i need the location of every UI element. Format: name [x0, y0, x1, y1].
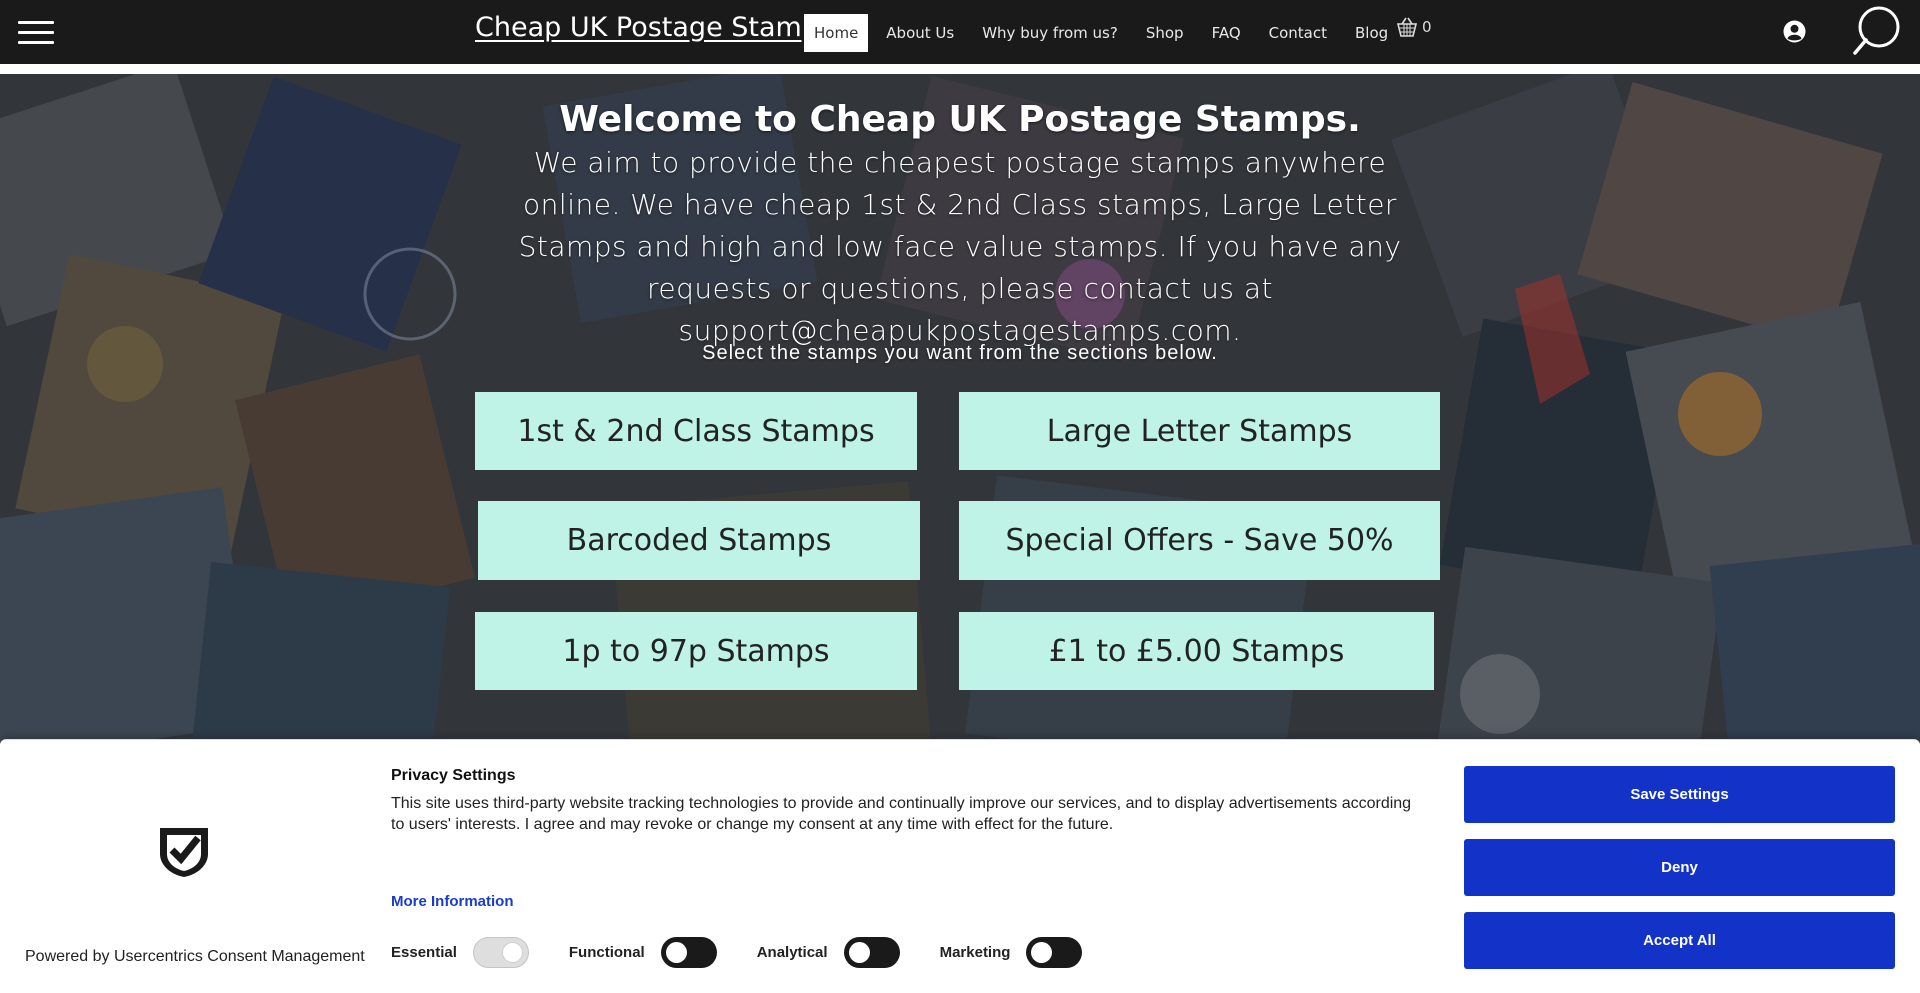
site-title[interactable]: Cheap UK Postage Stamps — [475, 12, 833, 43]
analytical-toggle[interactable] — [843, 937, 900, 968]
site-header: Cheap UK Postage Stamps Home About Us Wh… — [0, 0, 1920, 64]
hero-title: Welcome to Cheap UK Postage Stamps. — [559, 99, 1361, 140]
consent-toggles: Essential Functional Analytical Marketin… — [391, 937, 1122, 968]
toggle-label-marketing: Marketing — [939, 944, 1011, 961]
search-icon[interactable] — [1850, 5, 1902, 57]
essential-toggle — [472, 937, 529, 968]
toggle-label-analytical: Analytical — [756, 944, 828, 961]
powered-by-text: Powered by Usercentrics Consent Manageme… — [25, 948, 365, 965]
nav-contact[interactable]: Contact — [1259, 14, 1337, 52]
tile-special-offers[interactable]: Special Offers - Save 50% — [959, 501, 1440, 580]
hero-section: Welcome to Cheap UK Postage Stamps. We a… — [0, 74, 1920, 747]
tile-1-to-5-pounds[interactable]: £1 to £5.00 Stamps — [959, 612, 1434, 690]
hero-intro: Welcome to Cheap UK Postage Stamps. We a… — [460, 98, 1460, 352]
toggle-label-functional: Functional — [568, 944, 645, 961]
tile-1p-to-97p[interactable]: 1p to 97p Stamps — [475, 612, 917, 690]
select-instructions: Select the stamps you want from the sect… — [702, 342, 1218, 364]
main-nav: Home About Us Why buy from us? Shop FAQ … — [804, 14, 1406, 52]
more-information-link[interactable]: More Information — [391, 893, 514, 910]
header-divider — [0, 64, 1920, 74]
nav-faq[interactable]: FAQ — [1202, 14, 1251, 52]
shield-check-icon — [160, 828, 208, 877]
consent-title: Privacy Settings — [391, 767, 516, 784]
cart-button[interactable]: 0 — [1396, 16, 1432, 38]
hero-paragraph: We aim to provide the cheapest postage s… — [518, 146, 1402, 347]
nav-why-buy[interactable]: Why buy from us? — [972, 14, 1128, 52]
marketing-toggle[interactable] — [1026, 937, 1083, 968]
save-settings-button[interactable]: Save Settings — [1464, 766, 1895, 823]
nav-about-us[interactable]: About Us — [876, 14, 964, 52]
cart-icon — [1396, 17, 1418, 37]
accept-all-button[interactable]: Accept All — [1464, 912, 1895, 969]
tile-large-letter[interactable]: Large Letter Stamps — [959, 392, 1440, 470]
nav-home[interactable]: Home — [804, 14, 869, 52]
nav-shop[interactable]: Shop — [1136, 14, 1194, 52]
privacy-consent-banner: Powered by Usercentrics Consent Manageme… — [0, 739, 1920, 993]
deny-button[interactable]: Deny — [1464, 839, 1895, 896]
tile-1st-2nd-class[interactable]: 1st & 2nd Class Stamps — [475, 392, 917, 470]
consent-description: This site uses third-party website track… — [391, 795, 1412, 833]
nav-blog[interactable]: Blog — [1345, 14, 1398, 52]
menu-icon[interactable] — [18, 19, 54, 45]
tile-barcoded[interactable]: Barcoded Stamps — [478, 501, 920, 580]
functional-toggle[interactable] — [660, 937, 717, 968]
toggle-label-essential: Essential — [391, 944, 457, 961]
cart-count: 0 — [1422, 18, 1432, 36]
user-icon[interactable] — [1783, 20, 1806, 43]
